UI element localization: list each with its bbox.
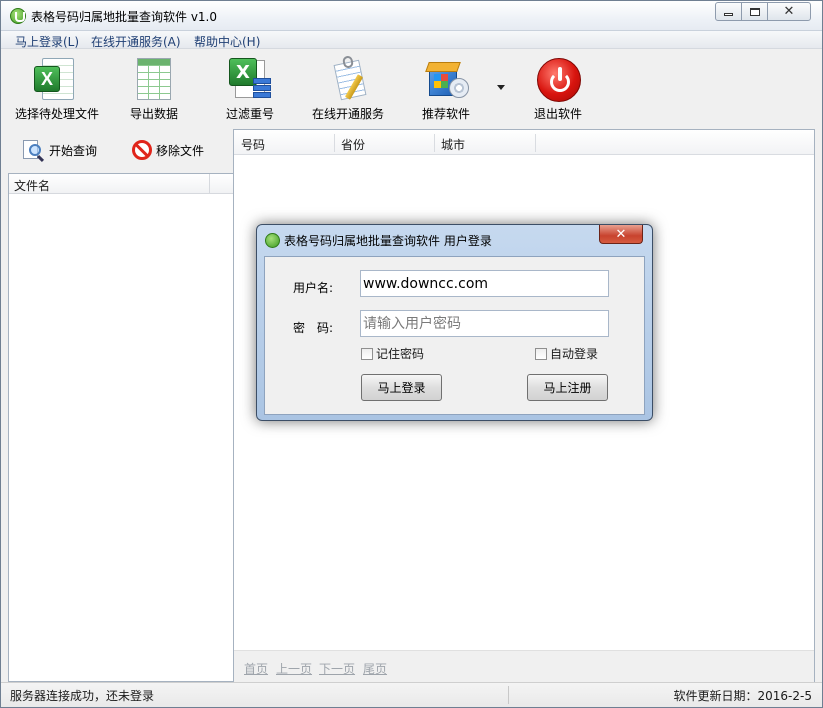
remove-file-label: 移除文件 xyxy=(156,143,205,158)
notepad-pen-icon xyxy=(325,55,371,102)
chevron-down-icon[interactable] xyxy=(497,85,505,90)
column-header-number[interactable]: 号码 xyxy=(241,136,265,153)
software-box-icon xyxy=(423,56,469,102)
username-label: 用户名: xyxy=(293,281,334,295)
pager-first[interactable]: 首页 xyxy=(244,660,268,677)
remove-icon xyxy=(132,140,152,160)
remove-file-button[interactable]: 移除文件 xyxy=(132,137,204,163)
select-file-button[interactable]: X 选择待处理文件 xyxy=(11,50,103,128)
dialog-close-button[interactable]: ✕ xyxy=(599,225,643,244)
login-form: 用户名: 密 码: 记住密码 自动登录 马上登录 马上注册 xyxy=(264,256,645,415)
column-header-filename[interactable]: 文件名 xyxy=(14,177,50,194)
spreadsheet-icon xyxy=(131,56,177,102)
password-input[interactable] xyxy=(360,310,609,337)
start-query-label: 开始查询 xyxy=(49,143,98,158)
close-button[interactable]: ✕ xyxy=(767,2,811,21)
left-panel: 开始查询 移除文件 文件名 xyxy=(8,129,234,682)
close-icon: ✕ xyxy=(615,226,627,242)
recommend-software-label: 推荐软件 xyxy=(421,107,470,121)
checkbox-icon xyxy=(361,347,373,360)
toolbar: X 选择待处理文件 导出数据 X 过滤重号 在线开通服务 推荐软件 退出软件 xyxy=(1,50,822,128)
menu-bar: 马上登录(L) 在线开通服务(A) 帮助中心(H) xyxy=(1,31,822,49)
pager-last[interactable]: 尾页 xyxy=(363,660,387,677)
filter-duplicates-button[interactable]: X 过滤重号 xyxy=(215,50,285,128)
export-data-button[interactable]: 导出数据 xyxy=(119,50,189,128)
status-update-date: 软件更新日期：2016-2-5 xyxy=(673,689,812,703)
status-connection: 服务器连接成功，还未登录 xyxy=(10,689,155,703)
column-header-province[interactable]: 省份 xyxy=(341,136,365,153)
filter-excel-icon: X xyxy=(227,56,273,102)
window-title: 表格号码归属地批量查询软件 v1.0 xyxy=(31,10,218,24)
minimize-icon xyxy=(724,13,733,16)
search-icon xyxy=(23,139,45,163)
app-logo-icon xyxy=(10,8,26,24)
pager: 首页 上一页 下一页 尾页 xyxy=(234,650,814,682)
select-file-label: 选择待处理文件 xyxy=(14,107,99,121)
grid-header: 号码 省份 城市 xyxy=(234,130,814,155)
file-list-header: 文件名 xyxy=(9,174,233,194)
column-header-city[interactable]: 城市 xyxy=(441,136,465,153)
pager-next[interactable]: 下一页 xyxy=(319,660,355,677)
maximize-icon xyxy=(749,7,760,16)
auto-login-checkbox[interactable]: 自动登录 xyxy=(535,345,598,362)
menu-online-service[interactable]: 在线开通服务(A) xyxy=(91,33,181,50)
online-service-label: 在线开通服务 xyxy=(311,107,384,121)
title-bar: 表格号码归属地批量查询软件 v1.0 ✕ xyxy=(1,1,822,31)
main-window: 表格号码归属地批量查询软件 v1.0 ✕ 马上登录(L) 在线开通服务(A) 帮… xyxy=(0,0,823,708)
maximize-button[interactable] xyxy=(741,2,768,21)
login-button[interactable]: 马上登录 xyxy=(361,374,442,401)
exit-software-label: 退出软件 xyxy=(533,107,582,121)
start-query-button[interactable]: 开始查询 xyxy=(23,137,97,163)
password-label: 密 码: xyxy=(293,321,334,335)
exit-software-button[interactable]: 退出软件 xyxy=(523,50,593,128)
excel-file-icon: X xyxy=(34,56,80,102)
app-logo-icon xyxy=(265,233,280,248)
menu-help-center[interactable]: 帮助中心(H) xyxy=(194,33,260,50)
recommend-software-button[interactable]: 推荐软件 xyxy=(411,50,481,128)
minimize-button[interactable] xyxy=(715,2,742,21)
register-button[interactable]: 马上注册 xyxy=(527,374,608,401)
username-input[interactable] xyxy=(360,270,609,297)
export-data-label: 导出数据 xyxy=(129,107,178,121)
pager-prev[interactable]: 上一页 xyxy=(276,660,312,677)
close-icon: ✕ xyxy=(783,4,795,19)
menu-login[interactable]: 马上登录(L) xyxy=(15,33,79,50)
login-dialog-title: 表格号码归属地批量查询软件 用户登录 xyxy=(284,234,492,248)
auto-login-label: 自动登录 xyxy=(550,347,599,361)
login-dialog: 表格号码归属地批量查询软件 用户登录 ✕ 用户名: 密 码: 记住密码 自动登录… xyxy=(256,224,653,421)
checkbox-icon xyxy=(535,347,547,360)
remember-password-label: 记住密码 xyxy=(376,347,425,361)
remember-password-checkbox[interactable]: 记住密码 xyxy=(361,345,424,362)
online-service-button[interactable]: 在线开通服务 xyxy=(307,50,389,128)
file-list[interactable]: 文件名 xyxy=(8,173,234,682)
power-icon xyxy=(535,56,581,102)
status-bar: 服务器连接成功，还未登录 软件更新日期：2016-2-5 xyxy=(1,682,822,707)
filter-duplicates-label: 过滤重号 xyxy=(225,107,274,121)
